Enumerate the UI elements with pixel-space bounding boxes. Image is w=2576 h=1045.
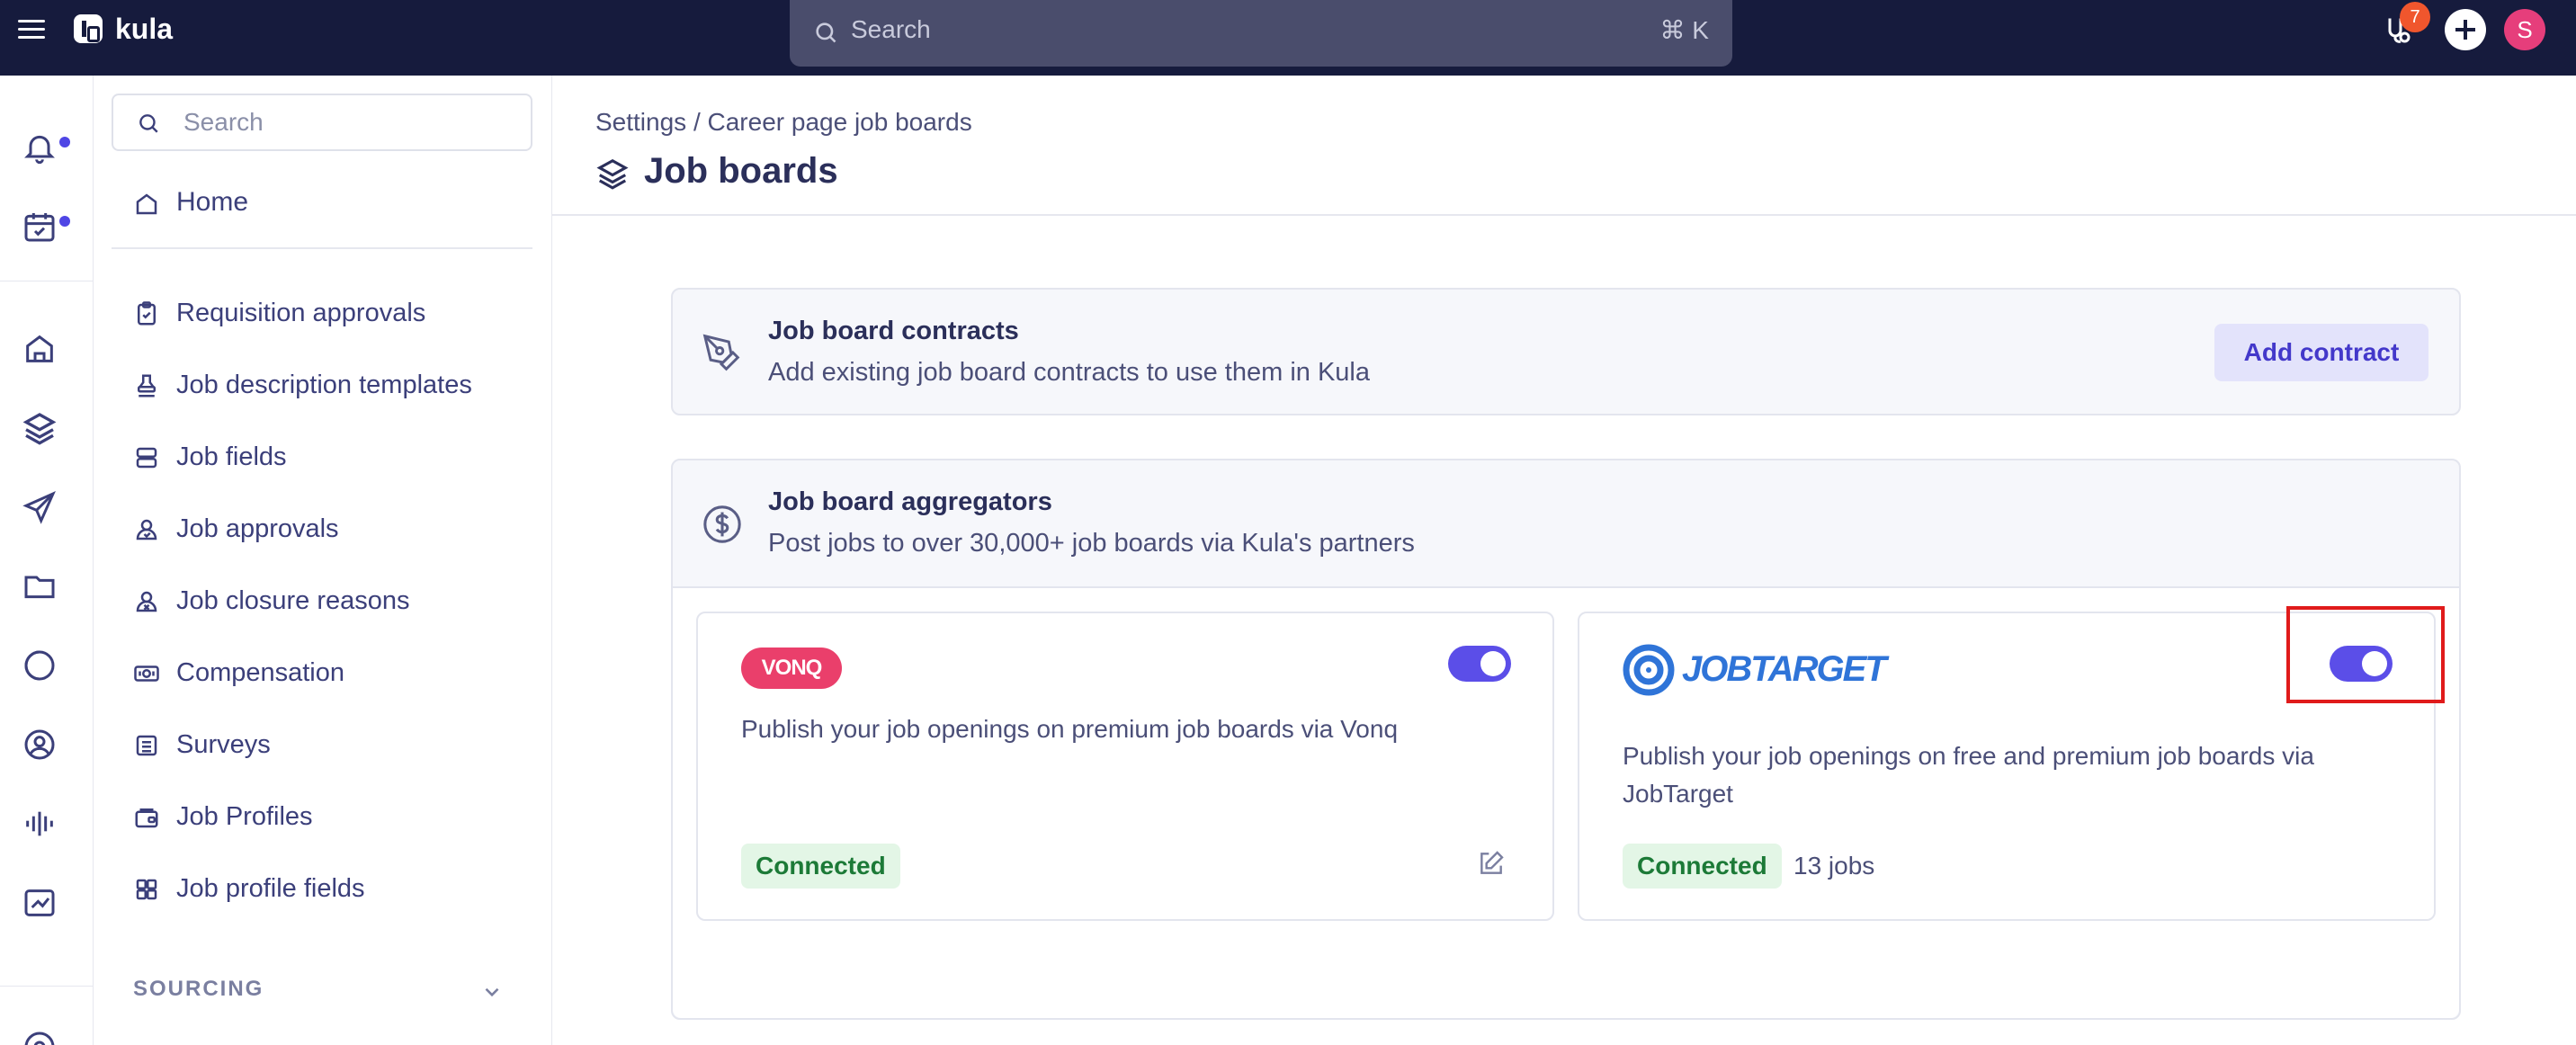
chevron-down-icon[interactable] bbox=[480, 980, 504, 1004]
target-icon bbox=[1623, 644, 1675, 696]
status-badge: Connected bbox=[1623, 844, 1782, 889]
create-button[interactable] bbox=[2445, 9, 2486, 50]
list-icon bbox=[136, 735, 157, 756]
stamp-icon bbox=[138, 374, 156, 397]
sidebar-item-job-fields[interactable]: Job fields bbox=[133, 442, 529, 486]
sidebar-item-job-profile-fields[interactable]: Job profile fields bbox=[133, 874, 529, 917]
top-bar: kula Search ⌘ K 7 S bbox=[0, 0, 2576, 76]
partner-description: Publish your job openings on free and pr… bbox=[1623, 742, 2314, 808]
grid-icon bbox=[136, 879, 157, 900]
user-x-icon bbox=[136, 591, 157, 612]
jobtarget-wordmark: JOBTARGET bbox=[1682, 649, 1887, 689]
dollar-circle-icon bbox=[703, 505, 741, 543]
audio-wave-icon[interactable] bbox=[22, 806, 58, 842]
clipboard-check-icon bbox=[138, 301, 156, 326]
home-icon bbox=[136, 193, 157, 215]
card-title: Job board contracts bbox=[768, 317, 1019, 345]
fields-icon bbox=[136, 447, 157, 469]
settings-sidebar: Home Requisition approvals Job descripti… bbox=[94, 76, 552, 1045]
edit-icon[interactable] bbox=[1477, 849, 1506, 878]
status-badge: Connected bbox=[741, 844, 900, 889]
wallet-icon bbox=[135, 808, 158, 828]
menu-icon[interactable] bbox=[18, 20, 45, 41]
user-circle-icon[interactable] bbox=[22, 727, 58, 763]
partner-description: Publish your job openings on premium job… bbox=[741, 715, 1399, 743]
job-board-contracts-card: Job board contracts Add existing job boa… bbox=[671, 288, 2461, 415]
user-check-icon bbox=[136, 519, 157, 540]
send-icon[interactable] bbox=[22, 489, 58, 525]
jobs-count[interactable]: 13 jobs bbox=[1793, 852, 1874, 880]
vonq-logo: VONQ bbox=[741, 648, 842, 689]
sidebar-section-sourcing[interactable]: SOURCING bbox=[133, 977, 264, 1002]
breadcrumb[interactable]: Settings / Career page job boards bbox=[595, 108, 972, 137]
user-avatar[interactable]: S bbox=[2504, 9, 2545, 50]
rail-divider-bottom bbox=[0, 986, 94, 987]
search-icon bbox=[139, 114, 158, 133]
vonq-enable-toggle[interactable] bbox=[1448, 646, 1511, 682]
chart-icon[interactable] bbox=[22, 885, 58, 921]
calendar-check-icon[interactable] bbox=[22, 209, 58, 245]
sidebar-item-job-profiles[interactable]: Job Profiles bbox=[133, 802, 529, 845]
icon-rail bbox=[0, 76, 94, 1045]
layers-icon bbox=[596, 158, 629, 190]
settings-partial-icon[interactable] bbox=[22, 1029, 58, 1045]
main-content: Settings / Career page job boards Job bo… bbox=[552, 76, 2576, 1045]
settings-search-input[interactable] bbox=[183, 104, 507, 140]
sidebar-divider bbox=[112, 247, 532, 249]
sidebar-item-label: Home bbox=[176, 187, 249, 217]
aggregator-partners: VONQ Publish your job openings on premiu… bbox=[673, 586, 2459, 1018]
highlight-box bbox=[2286, 606, 2445, 703]
folder-icon[interactable] bbox=[22, 568, 58, 604]
sidebar-item-label: Surveys bbox=[176, 730, 271, 759]
half-circle-icon[interactable] bbox=[22, 648, 58, 683]
job-board-aggregators-card: Job board aggregators Post jobs to over … bbox=[671, 459, 2461, 1020]
sidebar-item-label: Job fields bbox=[176, 442, 287, 471]
global-search[interactable]: Search ⌘ K bbox=[790, 0, 1732, 67]
sidebar-item-label: Compensation bbox=[176, 658, 344, 687]
sidebar-item-label: Job closure reasons bbox=[176, 586, 410, 615]
sidebar-item-job-closure-reasons[interactable]: Job closure reasons bbox=[133, 586, 529, 630]
banknote-icon bbox=[134, 665, 159, 682]
notification-badge: 7 bbox=[2400, 2, 2430, 32]
sidebar-item-label: Job profile fields bbox=[176, 874, 365, 903]
header-divider bbox=[552, 214, 2576, 216]
pen-tool-icon bbox=[702, 334, 740, 371]
app-name[interactable]: kula bbox=[115, 13, 173, 46]
kula-logo-icon[interactable] bbox=[74, 14, 103, 43]
settings-search[interactable] bbox=[112, 94, 532, 151]
sidebar-item-label: Job approvals bbox=[176, 514, 339, 543]
sidebar-item-label: Requisition approvals bbox=[176, 299, 426, 327]
search-shortcut: ⌘ K bbox=[1659, 16, 1709, 44]
bell-icon[interactable] bbox=[22, 130, 58, 165]
bell-unread-dot bbox=[59, 137, 70, 147]
sidebar-item-compensation[interactable]: Compensation bbox=[133, 658, 529, 701]
search-icon bbox=[816, 22, 836, 43]
add-contract-button[interactable]: Add contract bbox=[2214, 324, 2428, 381]
sidebar-item-label: Job Profiles bbox=[176, 802, 313, 831]
card-description: Post jobs to over 30,000+ job boards via… bbox=[768, 529, 1415, 558]
global-search-placeholder: Search bbox=[851, 15, 931, 43]
sidebar-item-surveys[interactable]: Surveys bbox=[133, 730, 529, 773]
vonq-partner-card: VONQ Publish your job openings on premiu… bbox=[696, 612, 1554, 921]
sidebar-item-requisition-approvals[interactable]: Requisition approvals bbox=[133, 299, 529, 342]
card-title: Job board aggregators bbox=[768, 487, 1052, 516]
sidebar-item-job-description-templates[interactable]: Job description templates bbox=[133, 371, 529, 414]
sidebar-item-job-approvals[interactable]: Job approvals bbox=[133, 514, 529, 558]
card-description: Add existing job board contracts to use … bbox=[768, 358, 1370, 387]
layers-icon[interactable] bbox=[22, 410, 58, 446]
calendar-unread-dot bbox=[59, 216, 70, 227]
sidebar-item-label: Job description templates bbox=[176, 371, 472, 399]
home-icon[interactable] bbox=[22, 331, 58, 367]
page-title: Job boards bbox=[644, 151, 838, 191]
